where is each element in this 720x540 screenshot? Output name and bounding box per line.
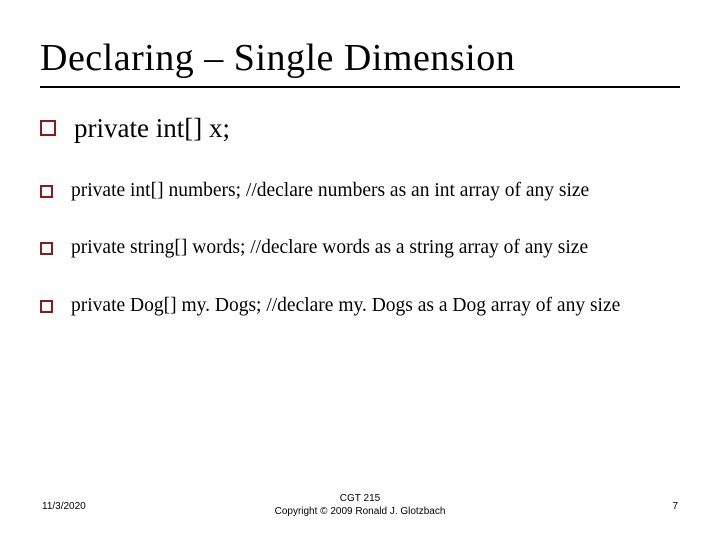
bullet-list: private int[] x; private int[] numbers; … [40,114,680,316]
bullet-text: private int[] x; [74,114,230,144]
footer-course: CGT 215 [275,493,446,506]
bullet-text: private string[] words; //declare words … [71,237,588,258]
footer-date: 11/3/2020 [42,501,86,512]
square-bullet-icon [40,242,53,255]
title-rule [40,86,680,88]
footer-center: CGT 215 Copyright © 2009 Ronald J. Glotz… [275,493,446,518]
square-bullet-icon [40,300,53,313]
bullet-item: private Dog[] my. Dogs; //declare my. Do… [40,295,680,316]
footer-page-number: 7 [672,501,678,512]
bullet-text: private int[] numbers; //declare numbers… [71,180,589,201]
footer-copyright: Copyright © 2009 Ronald J. Glotzbach [275,506,446,519]
bullet-item: private string[] words; //declare words … [40,237,680,258]
square-bullet-icon [40,185,53,198]
square-bullet-icon [40,120,56,136]
bullet-text: private Dog[] my. Dogs; //declare my. Do… [71,295,620,316]
slide: Declaring – Single Dimension private int… [0,0,720,540]
bullet-item: private int[] x; [40,114,680,144]
slide-title: Declaring – Single Dimension [40,36,680,80]
bullet-item: private int[] numbers; //declare numbers… [40,180,680,201]
